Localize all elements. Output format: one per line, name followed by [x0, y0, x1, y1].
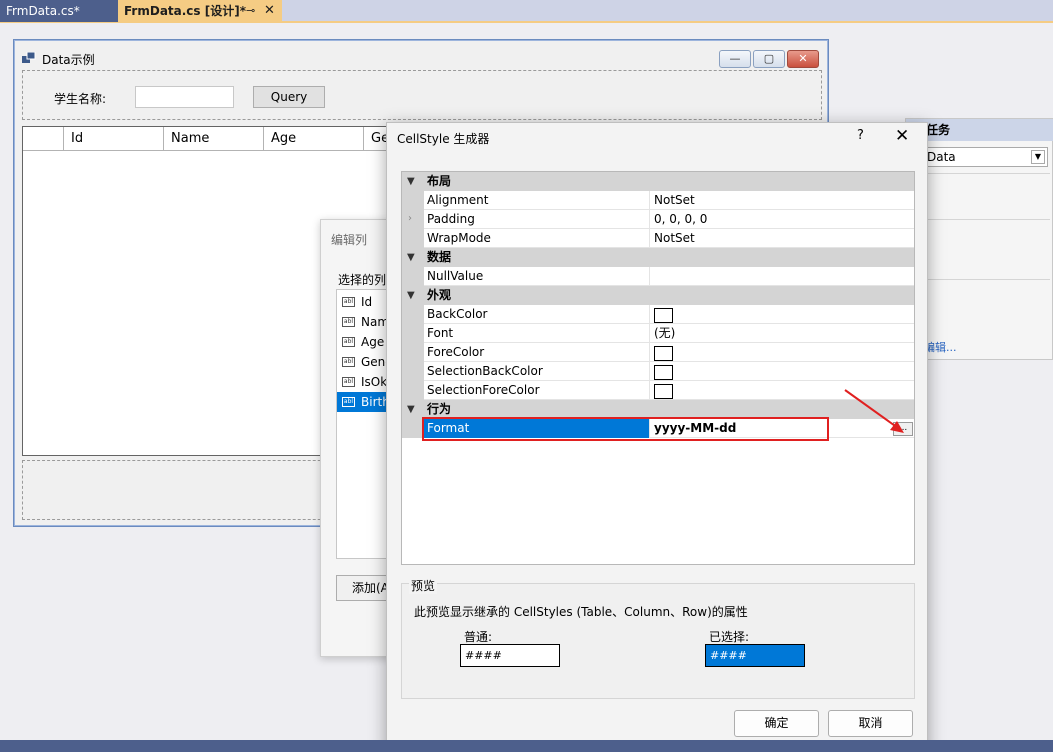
property-row-nullvalue[interactable]: NullValue: [402, 267, 914, 286]
tab-frmdata-designer[interactable]: FrmData.cs [设计]* ⊸ ✕: [118, 0, 282, 22]
preview-description: 此预览显示继承的 CellStyles (Table、Column、Row)的属…: [414, 605, 748, 619]
property-value[interactable]: (无): [652, 324, 914, 343]
collapse-icon[interactable]: ▼: [407, 286, 415, 305]
textbox-column-icon: abl: [342, 337, 355, 347]
category-data[interactable]: ▼ 数据: [402, 248, 914, 267]
textbox-column-icon: abl: [342, 317, 355, 327]
form-icon: [22, 52, 36, 63]
collapse-icon[interactable]: ▼: [407, 248, 415, 267]
property-value[interactable]: [652, 362, 914, 381]
property-value[interactable]: NotSet: [652, 229, 914, 248]
property-row-alignment[interactable]: Alignment NotSet: [402, 191, 914, 210]
tab-frmdata-code[interactable]: FrmData.cs*: [0, 0, 118, 22]
collapse-icon[interactable]: ▼: [407, 172, 415, 191]
color-swatch: [654, 307, 673, 323]
property-row-backcolor[interactable]: BackColor: [402, 305, 914, 324]
property-value[interactable]: [652, 343, 914, 362]
property-name: ForeColor: [424, 343, 650, 362]
property-row-font[interactable]: Font (无): [402, 324, 914, 343]
category-appearance[interactable]: ▼ 外观: [402, 286, 914, 305]
property-name: WrapMode: [424, 229, 650, 248]
pin-icon[interactable]: ⊸: [246, 0, 255, 22]
column-label: Age: [361, 335, 385, 349]
property-grid[interactable]: ▼ 布局 Alignment NotSet › Padding 0, 0, 0, 0 W…: [401, 171, 915, 565]
divider: [924, 173, 1050, 174]
student-name-label: 学生名称:: [54, 92, 107, 106]
maximize-button[interactable]: ▢: [753, 50, 785, 68]
combo-value: Data: [927, 150, 956, 164]
chevron-down-icon[interactable]: ▼: [1031, 150, 1045, 164]
property-name: SelectionBackColor: [424, 362, 650, 381]
form-title: Data示例: [42, 53, 95, 67]
edit-link[interactable]: 编辑...: [924, 339, 957, 355]
color-swatch: [654, 383, 673, 399]
property-name: Alignment: [424, 191, 650, 210]
color-swatch: [654, 364, 673, 380]
dialog-title: 编辑列: [331, 233, 368, 247]
close-button[interactable]: ✕: [787, 50, 819, 68]
student-name-input[interactable]: [135, 86, 234, 108]
tab-label: FrmData.cs [设计]*: [124, 4, 246, 18]
property-name: Padding: [424, 210, 650, 229]
cellstyle-builder-dialog[interactable]: CellStyle 生成器 ? ✕ ▼ 布局 Alignment NotSet › P…: [386, 122, 928, 752]
close-button[interactable]: ✕: [895, 126, 909, 146]
selected-preview-box: ####: [705, 644, 805, 667]
property-name: BackColor: [424, 305, 650, 324]
normal-label: 普通:: [464, 630, 493, 644]
status-bar: [0, 740, 1053, 752]
column-label: IsOk: [361, 375, 388, 389]
help-button[interactable]: ?: [857, 128, 864, 143]
property-value[interactable]: [652, 305, 914, 324]
column-header-name[interactable]: Name: [164, 127, 264, 151]
color-swatch: [654, 345, 673, 361]
selected-columns-label: 选择的列:: [338, 273, 388, 287]
property-row-wrapmode[interactable]: WrapMode NotSet: [402, 229, 914, 248]
property-name: Font: [424, 324, 650, 343]
property-value[interactable]: [652, 267, 914, 286]
category-label: 行为: [427, 402, 452, 416]
query-button[interactable]: Query: [253, 86, 325, 108]
tasks-panel-header: 任务: [906, 119, 1053, 141]
property-row-forecolor[interactable]: ForeColor: [402, 343, 914, 362]
format-ellipsis-button[interactable]: ...: [893, 422, 913, 436]
category-label: 数据: [427, 250, 452, 264]
expand-icon[interactable]: ›: [408, 210, 412, 228]
document-tab-bar: FrmData.cs* FrmData.cs [设计]* ⊸ ✕: [0, 0, 1053, 23]
textbox-column-icon: abl: [342, 397, 355, 407]
column-header-age[interactable]: Age: [264, 127, 364, 151]
property-row-padding[interactable]: › Padding 0, 0, 0, 0: [402, 210, 914, 229]
category-label: 外观: [427, 288, 452, 302]
row-header-cell: [23, 127, 64, 151]
ok-button[interactable]: 确定: [734, 710, 819, 737]
property-name: SelectionForeColor: [424, 381, 650, 400]
divider: [924, 279, 1050, 280]
category-layout[interactable]: ▼ 布局: [402, 172, 914, 191]
dialog-title: CellStyle 生成器: [397, 132, 490, 146]
textbox-column-icon: abl: [342, 377, 355, 387]
textbox-column-icon: abl: [342, 357, 355, 367]
property-name: NullValue: [424, 267, 650, 286]
selected-label: 已选择:: [709, 630, 750, 644]
property-row-selectionbackcolor[interactable]: SelectionBackColor: [402, 362, 914, 381]
column-label: Id: [361, 295, 373, 309]
close-tab-icon[interactable]: ✕: [264, 0, 275, 22]
category-label: 布局: [427, 174, 452, 188]
divider: [924, 219, 1050, 220]
property-row-selectionforecolor[interactable]: SelectionForeColor: [402, 381, 914, 400]
property-value[interactable]: NotSet: [652, 191, 914, 210]
textbox-column-icon: abl: [342, 297, 355, 307]
preview-label: 预览: [409, 577, 438, 594]
normal-preview-box: ####: [460, 644, 560, 667]
format-highlight-box: [422, 417, 829, 441]
column-header-id[interactable]: Id: [64, 127, 164, 151]
data-source-combo[interactable]: Data ▼: [924, 147, 1048, 167]
minimize-button[interactable]: —: [719, 50, 751, 68]
property-value[interactable]: 0, 0, 0, 0: [652, 210, 914, 229]
collapse-icon[interactable]: ▼: [407, 400, 415, 419]
cancel-button[interactable]: 取消: [828, 710, 913, 737]
property-value[interactable]: [652, 381, 914, 400]
